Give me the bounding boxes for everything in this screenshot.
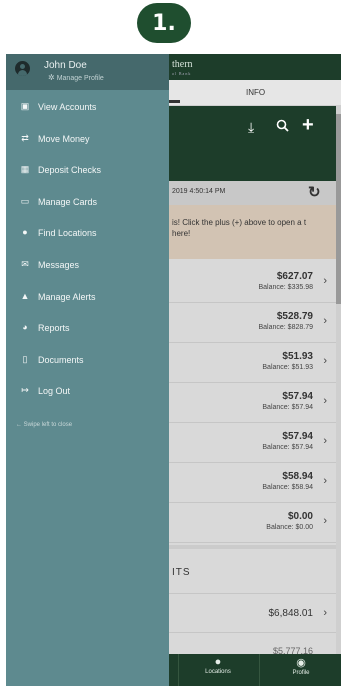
menu-item-reports[interactable]: ◕ Reports	[6, 313, 169, 345]
arrow-left-icon: ←	[16, 422, 24, 428]
menu-item-messages[interactable]: ✉ Messages	[6, 250, 169, 282]
account-balance: Balance: $0.00	[266, 524, 313, 531]
notice-text: is! Click the plus (+) above to open a t…	[172, 218, 307, 238]
accounts-icon: ▣	[20, 101, 30, 111]
bank-icon: ▦	[20, 164, 30, 175]
tab-info[interactable]: INFO	[246, 88, 265, 97]
refresh-icon[interactable]: ↻	[308, 183, 321, 201]
pie-chart-icon: ◕	[22, 322, 28, 333]
account-balance: Balance: $51.93	[262, 364, 313, 371]
chevron-right-icon: ›	[323, 607, 327, 619]
gear-icon: ✲	[48, 73, 55, 82]
nav-profile-label: Profile	[292, 670, 310, 676]
download-icon[interactable]: ⤓	[248, 119, 254, 136]
chevron-right-icon: ›	[323, 395, 327, 407]
chevron-right-icon: ›	[323, 315, 327, 327]
search-icon[interactable]	[276, 119, 289, 135]
account-amount: $627.07	[276, 271, 313, 282]
navigation-drawer: John Doe ✲ Manage Profile ▣ View Accounts…	[6, 54, 169, 686]
swipe-hint-text: Swipe left to close	[23, 422, 73, 428]
logout-icon: ↦	[21, 385, 29, 396]
manage-profile-label: Manage Profile	[56, 75, 104, 82]
account-balance: Balance: $58.94	[262, 484, 313, 491]
account-balance: Balance: $335.98	[258, 284, 314, 291]
menu-item-label: Documents	[38, 354, 84, 365]
document-icon: ▯	[22, 353, 28, 364]
location-pin-icon: ●	[22, 227, 28, 238]
tab-indicator	[168, 100, 180, 103]
account-amount: $51.93	[282, 351, 313, 362]
account-balance: Balance: $57.94	[262, 404, 313, 411]
chevron-right-icon: ›	[323, 515, 327, 527]
mail-icon: ✉	[21, 258, 29, 269]
manage-profile-link[interactable]: ✲ Manage Profile	[48, 73, 104, 82]
menu-item-label: Log Out	[38, 386, 71, 397]
menu-item-log-out[interactable]: ↦ Log Out	[6, 376, 169, 408]
menu-item-label: Messages	[38, 259, 80, 270]
bank-logo-subtext: al Bank	[172, 71, 192, 76]
account-balance: Balance: $57.94	[262, 444, 313, 451]
menu-item-label: Reports	[38, 323, 70, 334]
account-amount: $0.00	[287, 511, 313, 522]
bell-icon: ▲	[20, 290, 30, 301]
add-icon[interactable]: +	[302, 114, 314, 137]
bank-logo: thern al Bank	[172, 60, 193, 78]
chevron-right-icon: ›	[323, 435, 327, 447]
menu-item-deposit-checks[interactable]: ▦ Deposit Checks	[6, 155, 169, 187]
user-name: John Doe	[44, 60, 87, 71]
nav-locations-label: Locations	[205, 669, 231, 675]
nav-divider	[259, 654, 260, 686]
chevron-right-icon: ›	[323, 275, 327, 287]
menu-item-label: Deposit Checks	[38, 165, 102, 176]
section-title: ITS	[172, 567, 191, 578]
last-updated-text: 2019 4:50:14 PM	[172, 188, 226, 195]
drawer-header[interactable]: John Doe ✲ Manage Profile	[6, 54, 169, 90]
transfer-icon: ⇄	[21, 132, 29, 143]
menu-item-label: Find Locations	[38, 228, 97, 239]
account-amount: $58.94	[282, 471, 313, 482]
menu-item-view-accounts[interactable]: ▣ View Accounts	[6, 92, 169, 124]
account-amount: $6,848.01	[268, 608, 314, 619]
location-pin-icon: ●	[214, 656, 222, 668]
menu-item-documents[interactable]: ▯ Documents	[6, 345, 169, 377]
chevron-right-icon: ›	[323, 355, 327, 367]
nav-divider	[178, 654, 179, 686]
nav-locations[interactable]: ● Locations	[188, 656, 248, 675]
nav-profile[interactable]: ◉ Profile	[271, 656, 331, 676]
menu-item-find-locations[interactable]: ● Find Locations	[6, 218, 169, 250]
profile-icon: ◉	[296, 657, 306, 669]
card-icon: ▭	[20, 195, 30, 206]
menu-item-label: Manage Alerts	[38, 291, 96, 302]
menu-item-label: View Accounts	[38, 102, 97, 112]
menu-item-move-money[interactable]: ⇄ Move Money	[6, 124, 169, 156]
swipe-hint: ← Swipe left to close	[16, 422, 72, 428]
menu-item-label: Manage Cards	[38, 196, 98, 207]
drawer-menu: ▣ View Accounts ⇄ Move Money ▦ Deposit C…	[6, 92, 169, 408]
step-number-badge: 1.	[137, 3, 191, 43]
chevron-right-icon: ›	[323, 475, 327, 487]
avatar-icon	[15, 61, 30, 76]
menu-item-label: Move Money	[38, 133, 90, 144]
account-amount: $57.94	[282, 431, 313, 442]
scrollbar-thumb[interactable]	[336, 114, 341, 304]
phone-screen: thern al Bank INFO ⤓ + 2019 4:50:14 PM ↻…	[6, 54, 341, 686]
account-amount: $528.79	[276, 311, 313, 322]
account-amount: $57.94	[282, 391, 313, 402]
account-balance: Balance: $828.79	[258, 324, 314, 331]
menu-item-manage-cards[interactable]: ▭ Manage Cards	[6, 187, 169, 219]
menu-item-manage-alerts[interactable]: ▲ Manage Alerts	[6, 282, 169, 314]
